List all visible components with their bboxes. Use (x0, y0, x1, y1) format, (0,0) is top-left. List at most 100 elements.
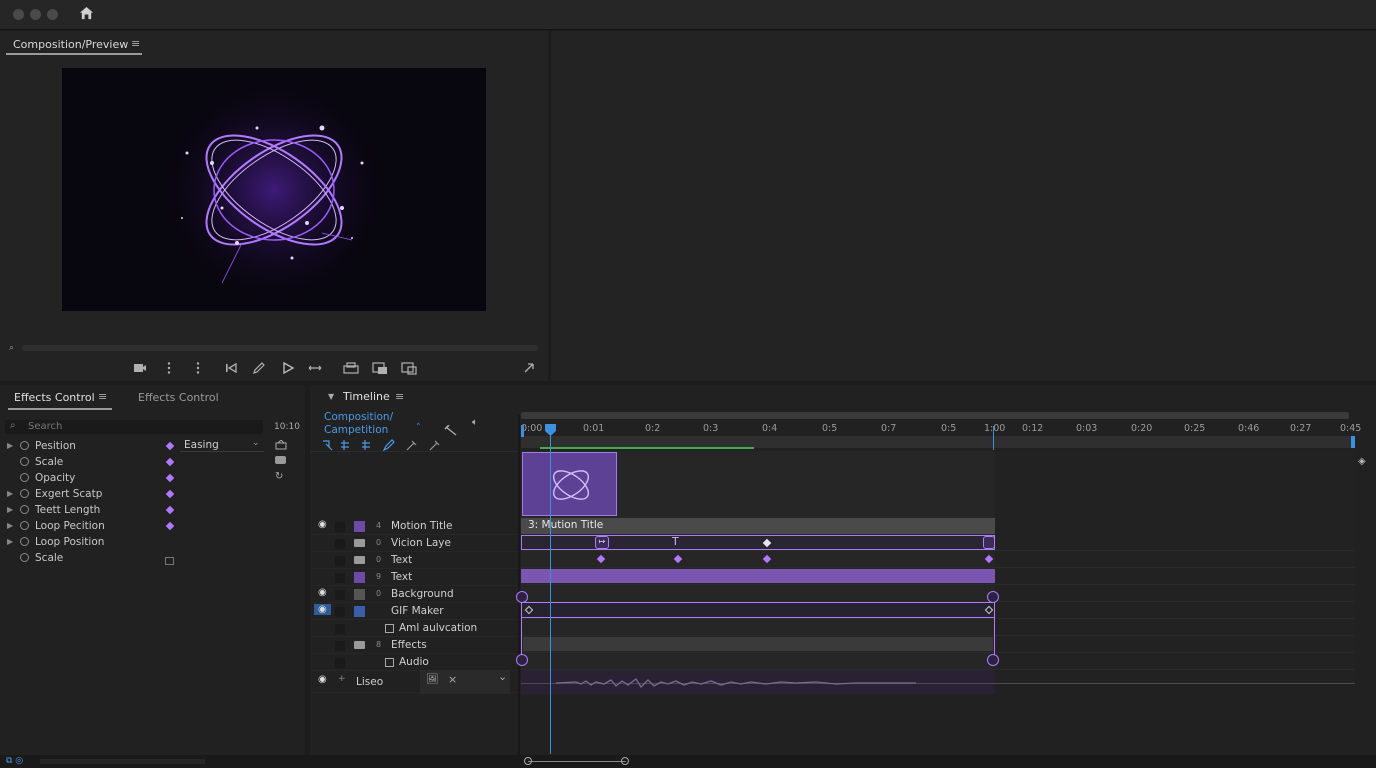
zoom-slider-end[interactable] (621, 757, 629, 765)
label-color-swatch[interactable] (354, 606, 365, 617)
composition-link[interactable]: Composition/ Campetition (324, 411, 393, 437)
window-minimize-button[interactable] (30, 9, 41, 20)
stopwatch-icon[interactable] (20, 489, 29, 498)
eye-icon[interactable]: ◉ (318, 674, 327, 685)
stopwatch-icon[interactable] (20, 505, 29, 514)
lock-toggle[interactable] (335, 658, 345, 668)
eye-icon[interactable]: ◉ (318, 587, 327, 598)
render-icon[interactable] (372, 361, 388, 375)
expand-arrow-icon[interactable]: ▶ (7, 505, 13, 514)
eye-icon[interactable]: ◉ (314, 604, 331, 615)
layer-row[interactable]: Aml aulvcation (310, 620, 518, 637)
more-vertical-icon[interactable] (194, 361, 202, 375)
lock-toggle[interactable] (335, 556, 345, 566)
navigator-end-handle[interactable] (1351, 436, 1355, 448)
chevron-down-icon[interactable]: ⌄ (498, 670, 507, 683)
hamburger-icon[interactable]: ≡ (131, 37, 140, 50)
zoom-slider-track[interactable] (528, 761, 626, 762)
expand-arrow-icon[interactable]: ▶ (7, 521, 13, 530)
loop-icon[interactable] (307, 361, 323, 375)
text-keyframe-icon[interactable]: T (672, 535, 679, 548)
preview-scrubber[interactable] (22, 345, 538, 351)
keyframe-diamond-icon[interactable] (165, 489, 175, 499)
layer-row[interactable]: 8 Effects (310, 637, 518, 654)
property-row[interactable]: Scale (0, 550, 300, 566)
more-vertical-icon[interactable] (165, 361, 173, 375)
playhead-handle[interactable] (545, 424, 556, 436)
label-color-swatch[interactable] (354, 572, 365, 583)
property-row[interactable]: ▶ Pesition (0, 438, 300, 454)
stopwatch-icon[interactable] (20, 457, 29, 466)
collapse-arrow-icon[interactable]: ▼ (328, 392, 334, 401)
expand-arrow-icon[interactable]: ▶ (7, 441, 13, 450)
export-icon[interactable] (343, 361, 359, 375)
property-row[interactable]: ▶ Exgert Scatp (0, 486, 300, 502)
plus-icon[interactable]: + (338, 674, 346, 684)
range-cap-bottom-left[interactable] (516, 654, 528, 666)
eye-icon[interactable]: ◉ (318, 519, 327, 530)
expand-arrow-icon[interactable]: ▶ (7, 489, 13, 498)
window-close-button[interactable] (13, 9, 24, 20)
out-point-marker[interactable] (993, 426, 994, 450)
search-input[interactable]: ⌕ Search (5, 420, 263, 434)
lock-toggle[interactable] (335, 539, 345, 549)
layer-row[interactable]: 0 Text (310, 552, 518, 569)
layer-row[interactable]: ◉ 0 Background (310, 586, 518, 603)
marker-icon[interactable]: ˄ (416, 423, 421, 433)
pen-icon[interactable] (252, 361, 266, 375)
zoom-icon[interactable]: ⌕ (9, 343, 14, 353)
layer-row[interactable]: ◉ 4 Motion Title (310, 518, 518, 535)
stopwatch-icon[interactable] (20, 537, 29, 546)
gif-maker-bar[interactable] (521, 602, 995, 618)
motion-title-clip[interactable]: 3: Mution Title (521, 518, 995, 534)
lock-toggle[interactable] (335, 590, 345, 600)
stopwatch-icon[interactable] (20, 521, 29, 530)
hamburger-icon[interactable]: ≡ (98, 390, 107, 403)
home-icon[interactable] (79, 6, 94, 21)
play-icon[interactable] (281, 361, 295, 375)
hamburger-icon[interactable]: ≡ (395, 390, 404, 403)
diamond-nav-icon[interactable]: ◈ (1358, 456, 1366, 467)
status-icon[interactable]: ⧉ ◎ (6, 756, 23, 766)
text-layer-bar[interactable] (521, 569, 995, 583)
property-row[interactable]: Opacity (0, 470, 300, 486)
checkbox[interactable] (385, 658, 394, 667)
property-row[interactable]: Scale (0, 454, 300, 470)
composition-canvas[interactable] (62, 68, 486, 311)
property-row[interactable]: ▶ Loop Pecition (0, 518, 300, 534)
keyframe-handle[interactable]: ↦ (595, 536, 609, 549)
checkbox[interactable] (385, 624, 394, 633)
label-color-swatch[interactable] (354, 521, 365, 532)
lock-toggle[interactable] (335, 624, 345, 634)
stopwatch-icon[interactable] (20, 473, 29, 482)
hammer-icon[interactable] (444, 425, 458, 437)
layer-row[interactable]: 0 Vicion Laye (310, 535, 518, 552)
navigator-start-handle[interactable] (521, 425, 524, 437)
range-cap-top-left[interactable] (516, 591, 528, 603)
window-maximize-button[interactable] (47, 9, 58, 20)
label-color-swatch[interactable] (354, 589, 365, 600)
expand-arrow-icon[interactable]: ▶ (7, 537, 13, 546)
tab-effects-control[interactable]: Effects Control (14, 391, 95, 404)
expand-icon[interactable] (522, 361, 536, 375)
keyframe-diamond-icon[interactable] (165, 505, 175, 515)
keyframe-diamond-icon[interactable] (165, 473, 175, 483)
property-row[interactable]: ▶ Teett Length (0, 502, 300, 518)
preview-tab[interactable]: Composition/Preview (13, 38, 128, 51)
zoom-slider-start[interactable] (524, 757, 532, 765)
keyframe-diamond-icon[interactable] (165, 441, 175, 451)
speaker-icon[interactable]: 🔈︎ (472, 417, 478, 428)
lock-toggle[interactable] (335, 522, 345, 532)
stopwatch-icon[interactable] (20, 441, 29, 450)
output-icon[interactable] (401, 361, 417, 375)
effects-bar[interactable] (523, 637, 993, 651)
layer-row[interactable]: Audio (310, 654, 518, 671)
stopwatch-icon[interactable] (20, 553, 29, 562)
lock-toggle[interactable] (335, 607, 345, 617)
range-cap-top-right[interactable] (987, 591, 999, 603)
image-icon[interactable]: 🖼︎ (426, 674, 439, 685)
lock-toggle[interactable] (335, 573, 345, 583)
clip-thumbnail[interactable] (522, 452, 617, 516)
tab-effects-control-2[interactable]: Effects Control (138, 391, 219, 404)
layer-row[interactable]: ◉ GIF Maker (310, 603, 518, 620)
